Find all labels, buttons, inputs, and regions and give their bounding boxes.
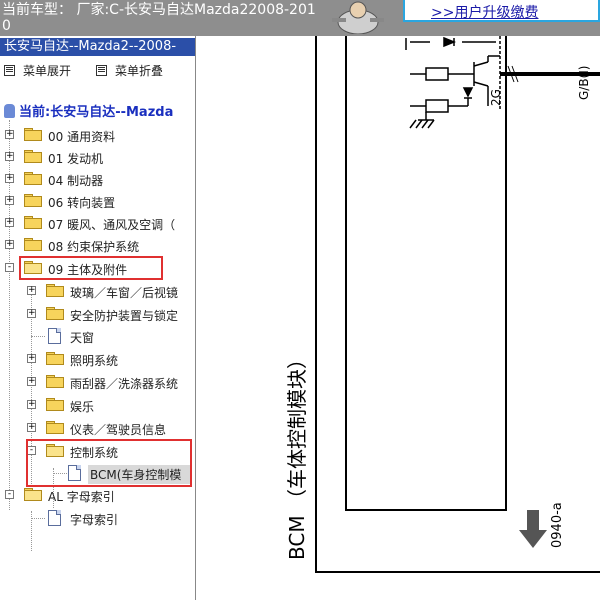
tree-item[interactable]: + 照明系统 [0, 349, 195, 369]
expand-all-label: 菜单展开 [23, 64, 72, 78]
highlight-box [19, 256, 163, 280]
folder-icon [24, 194, 42, 207]
tree-item[interactable]: + 04 制动器 [0, 169, 195, 189]
tree-item-label: 照明系统 [70, 354, 119, 368]
tree-item-label: 安全防护装置与锁定 [70, 309, 179, 323]
expand-toggle[interactable]: + [27, 309, 36, 318]
navigation-tree-panel: 长安马自达--Mazda2--2008- 菜单展开 菜单折叠 当前:长安马自达-… [0, 36, 196, 600]
folder-icon [46, 307, 64, 320]
tree-item-label: 06 转向装置 [48, 196, 116, 210]
folder-open-icon [24, 488, 42, 501]
vehicle-icon [4, 104, 15, 118]
top-header: 当前车型： 厂家:C-长安马自达Mazda22008-2010 >>用户升级缴费 [0, 0, 600, 36]
module-label: BCM （车体控制模块） [285, 349, 309, 560]
expand-toggle[interactable]: + [5, 218, 14, 227]
tree-item[interactable]: + 07 暖风、通风及空调（ [0, 213, 195, 233]
tree-item-label: AL 字母索引 [48, 490, 115, 504]
folder-icon [46, 352, 64, 365]
upgrade-payment-link[interactable]: >>用户升级缴费 [403, 0, 600, 22]
menu-icon [96, 65, 107, 76]
tree-item-label: 08 约束保护系统 [48, 240, 140, 254]
connector-label: 2G [489, 89, 503, 106]
tree-item-label: 玻璃／车窗／后视镜 [70, 286, 179, 300]
expand-toggle[interactable]: + [5, 174, 14, 183]
expand-toggle[interactable]: + [27, 377, 36, 386]
collapse-toggle[interactable]: - [5, 263, 14, 272]
tree-item[interactable]: + 00 通用资料 [0, 125, 195, 145]
expand-toggle[interactable]: + [5, 196, 14, 205]
tree-item[interactable]: 字母索引 [0, 508, 195, 528]
tree-item-label: 04 制动器 [48, 174, 104, 188]
expand-all-button[interactable]: 菜单展开 [4, 62, 71, 79]
expand-toggle[interactable]: + [27, 286, 36, 295]
wire-color-label: G/B(I) [577, 66, 591, 100]
collapse-all-label: 菜单折叠 [115, 64, 164, 78]
tree-item[interactable]: - AL 字母索引 [0, 485, 195, 505]
folder-icon [46, 421, 64, 434]
tree-item-label: 07 暖风、通风及空调（ [48, 218, 176, 232]
folder-icon [46, 398, 64, 411]
collapse-toggle[interactable]: - [5, 490, 14, 499]
panel-title: 长安马自达--Mazda2--2008- [0, 38, 195, 56]
folder-icon [24, 172, 42, 185]
tree-item-label: 仪表／驾驶员信息 [70, 423, 167, 437]
expand-toggle[interactable]: + [27, 423, 36, 432]
collapse-all-button[interactable]: 菜单折叠 [96, 62, 163, 79]
folder-icon [24, 128, 42, 141]
tree-item-label: 00 通用资料 [48, 130, 116, 144]
tree-item[interactable]: 天窗 [0, 326, 195, 346]
tree-item-label: 娱乐 [70, 400, 95, 414]
folder-icon [24, 238, 42, 251]
expand-toggle[interactable]: + [5, 130, 14, 139]
folder-icon [46, 284, 64, 297]
tree-item[interactable]: + 安全防护装置与锁定 [0, 304, 195, 324]
tree-item[interactable]: + 仪表／驾驶员信息 [0, 418, 195, 438]
upgrade-payment-link-text[interactable]: >>用户升级缴费 [431, 2, 538, 22]
tree-item-label: 雨刮器／洗涤器系统 [70, 377, 179, 391]
mascot-icon [332, 1, 384, 34]
tree-item[interactable]: + 06 转向装置 [0, 191, 195, 211]
document-icon [48, 510, 61, 526]
tree-item-label: 字母索引 [70, 513, 119, 527]
folder-icon [46, 375, 64, 388]
wiring-diagram: 2G G/B(I) BCM （车体控制模块） 0940-a [196, 36, 600, 600]
page-reference: 0940-a [550, 502, 565, 548]
tree-item[interactable]: + 08 约束保护系统 [0, 235, 195, 255]
tree-item-label: 天窗 [70, 331, 95, 345]
highlight-box [26, 439, 192, 487]
tree-item[interactable]: + 雨刮器／洗涤器系统 [0, 372, 195, 392]
tree-item-label: 01 发动机 [48, 152, 104, 166]
current-node-title[interactable]: 当前:长安马自达--Mazda [4, 101, 173, 120]
document-icon [48, 328, 61, 344]
menu-icon [4, 65, 15, 76]
tree-item[interactable]: + 娱乐 [0, 395, 195, 415]
expand-toggle[interactable]: + [27, 354, 36, 363]
folder-icon [24, 150, 42, 163]
tree-item[interactable]: + 01 发动机 [0, 147, 195, 167]
tree-guide-line [31, 518, 45, 519]
current-vehicle-text: 当前车型： 厂家:C-长安马自达Mazda22008-2010 [2, 2, 316, 34]
folder-icon [24, 216, 42, 229]
tree-guide-line [31, 336, 45, 337]
expand-toggle[interactable]: + [5, 240, 14, 249]
expand-toggle[interactable]: + [5, 152, 14, 161]
current-node-label: 当前:长安马自达--Mazda [19, 105, 174, 120]
expand-toggle[interactable]: + [27, 400, 36, 409]
tree-item[interactable]: + 玻璃／车窗／后视镜 [0, 281, 195, 301]
